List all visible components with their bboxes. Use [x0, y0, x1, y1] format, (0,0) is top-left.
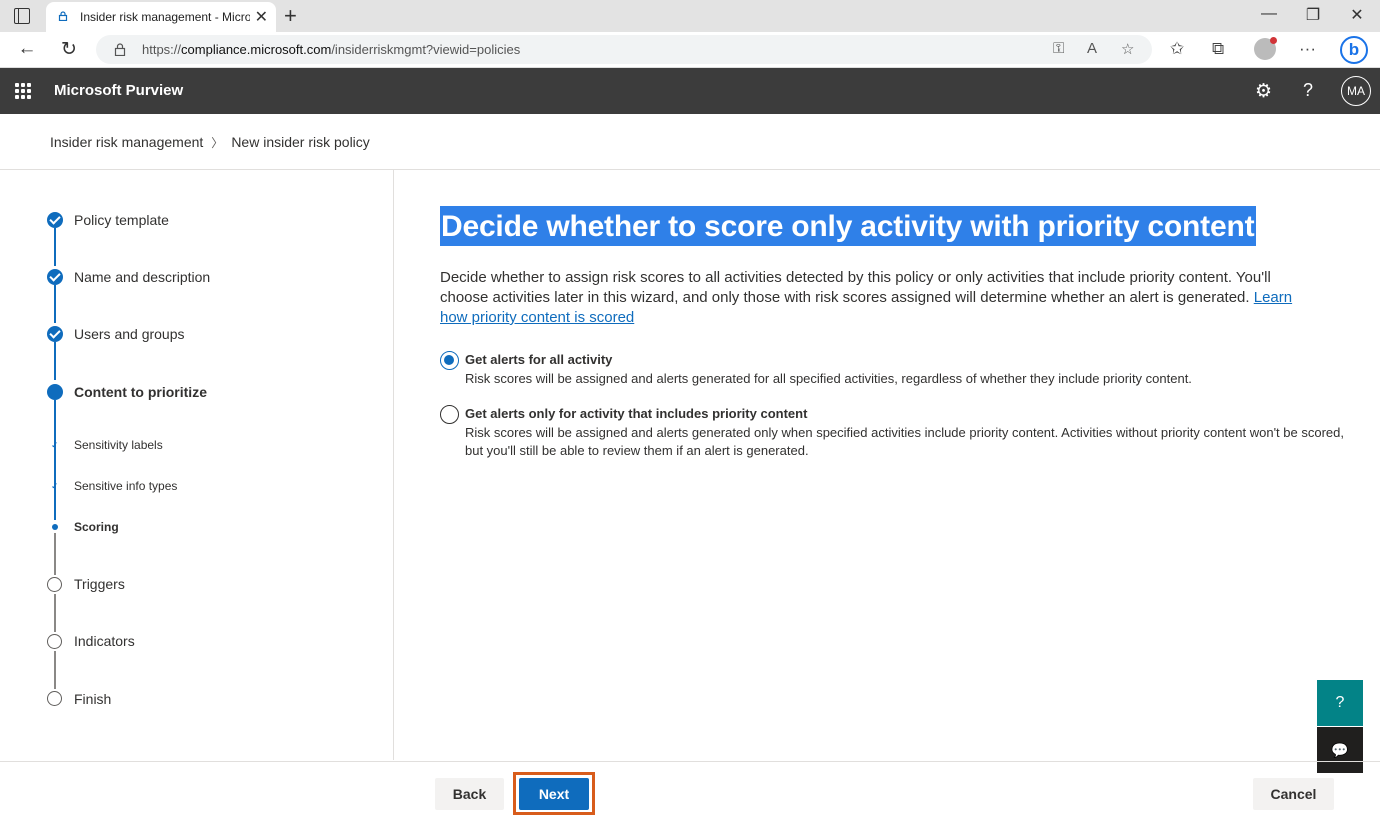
check-icon: ✓	[51, 481, 59, 491]
browser-tab[interactable]: Insider risk management - Micro ✕	[46, 2, 276, 32]
key-icon[interactable]: ⚿	[1053, 40, 1064, 57]
step-connector	[54, 228, 56, 266]
app-name[interactable]: Microsoft Purview	[54, 82, 183, 99]
favorites-icon[interactable]: ✩	[1170, 39, 1184, 59]
check-icon: ✓	[51, 440, 59, 450]
back-button[interactable]: Back	[435, 778, 504, 810]
browser-toolbar: ← ↻ https://compliance.microsoft.com/ins…	[0, 32, 1380, 68]
step-connector	[54, 285, 56, 323]
new-tab-icon[interactable]: +	[284, 3, 297, 29]
cancel-button[interactable]: Cancel	[1253, 778, 1334, 810]
close-window-icon[interactable]: ✕	[1347, 5, 1367, 25]
page-title: Decide whether to score only activity wi…	[440, 206, 1257, 246]
minimize-icon[interactable]: —	[1259, 5, 1279, 23]
breadcrumb: Insider risk management 〉 New insider risk…	[50, 134, 370, 151]
help-icon[interactable]: ?	[1303, 80, 1313, 101]
step-connector	[54, 400, 56, 520]
back-arrow-icon[interactable]: ←	[15, 38, 39, 60]
empty-circle-icon	[47, 634, 62, 649]
breadcrumb-item-new-policy: New insider risk policy	[231, 134, 370, 150]
check-icon	[47, 269, 63, 285]
step-connector	[54, 651, 56, 689]
help-chat-icon[interactable]: ?	[1317, 680, 1363, 726]
page-description: Decide whether to assign risk scores to …	[440, 269, 1293, 326]
profile-icon[interactable]	[1254, 37, 1277, 60]
app-launcher-icon[interactable]	[15, 83, 31, 99]
radio-priority-content-only[interactable]	[440, 405, 459, 424]
radio-all-activity[interactable]	[440, 351, 459, 370]
chevron-right-icon: 〉	[211, 136, 224, 150]
address-bar[interactable]: https://compliance.microsoft.com/insider…	[96, 35, 1152, 64]
more-options-icon[interactable]: ···	[1299, 39, 1316, 59]
app-header: Microsoft Purview ⚙ ? MA	[0, 68, 1380, 114]
lock-icon	[114, 43, 126, 56]
next-button[interactable]: Next	[519, 778, 589, 810]
step-users-groups[interactable]: Users and groups	[74, 326, 185, 342]
check-icon	[47, 212, 63, 228]
step-indicators[interactable]: Indicators	[74, 633, 135, 649]
step-policy-template[interactable]: Policy template	[74, 212, 169, 228]
option-description-priority-content-only: Risk scores will be assigned and alerts …	[465, 425, 1344, 458]
gear-icon[interactable]: ⚙	[1255, 80, 1272, 103]
favorite-star-icon[interactable]: ☆	[1121, 40, 1134, 58]
refresh-icon[interactable]: ↻	[57, 38, 81, 61]
tab-actions-icon[interactable]	[14, 8, 30, 24]
substep-sensitive-info-types[interactable]: Sensitive info types	[74, 479, 177, 493]
bing-icon[interactable]: b	[1340, 36, 1368, 64]
url-text: https://compliance.microsoft.com/insider…	[142, 42, 521, 57]
feedback-icon[interactable]: 💬	[1317, 727, 1363, 773]
divider	[0, 761, 1380, 762]
substep-scoring[interactable]: Scoring	[74, 520, 119, 534]
step-connector	[54, 533, 56, 575]
check-icon	[47, 326, 63, 342]
step-name-description[interactable]: Name and description	[74, 269, 210, 285]
step-triggers[interactable]: Triggers	[74, 576, 125, 592]
close-tab-icon[interactable]: ✕	[255, 7, 268, 27]
option-description-all-activity: Risk scores will be assigned and alerts …	[465, 371, 1192, 386]
current-substep-icon	[52, 524, 58, 530]
current-step-icon	[47, 384, 63, 400]
empty-circle-icon	[47, 577, 62, 592]
empty-circle-icon	[47, 691, 62, 706]
avatar[interactable]: MA	[1341, 76, 1371, 106]
substep-sensitivity-labels[interactable]: Sensitivity labels	[74, 438, 163, 452]
collections-icon[interactable]: ⧉	[1212, 39, 1224, 59]
option-label-all-activity[interactable]: Get alerts for all activity	[465, 352, 612, 367]
step-connector	[54, 594, 56, 632]
lock-icon	[58, 11, 68, 21]
option-label-priority-content-only[interactable]: Get alerts only for activity that includ…	[465, 406, 807, 421]
read-aloud-icon[interactable]: A	[1087, 40, 1097, 57]
step-finish[interactable]: Finish	[74, 691, 111, 707]
browser-tab-bar: Insider risk management - Micro ✕ + — ❐ …	[0, 0, 1380, 32]
wizard-stepper: Policy template Name and description Use…	[0, 170, 394, 760]
tab-title: Insider risk management - Micro	[80, 10, 250, 24]
breadcrumb-item-insider-risk[interactable]: Insider risk management	[50, 134, 203, 150]
restore-icon[interactable]: ❐	[1303, 5, 1323, 25]
step-connector	[54, 342, 56, 380]
step-content-to-prioritize[interactable]: Content to prioritize	[74, 384, 207, 400]
